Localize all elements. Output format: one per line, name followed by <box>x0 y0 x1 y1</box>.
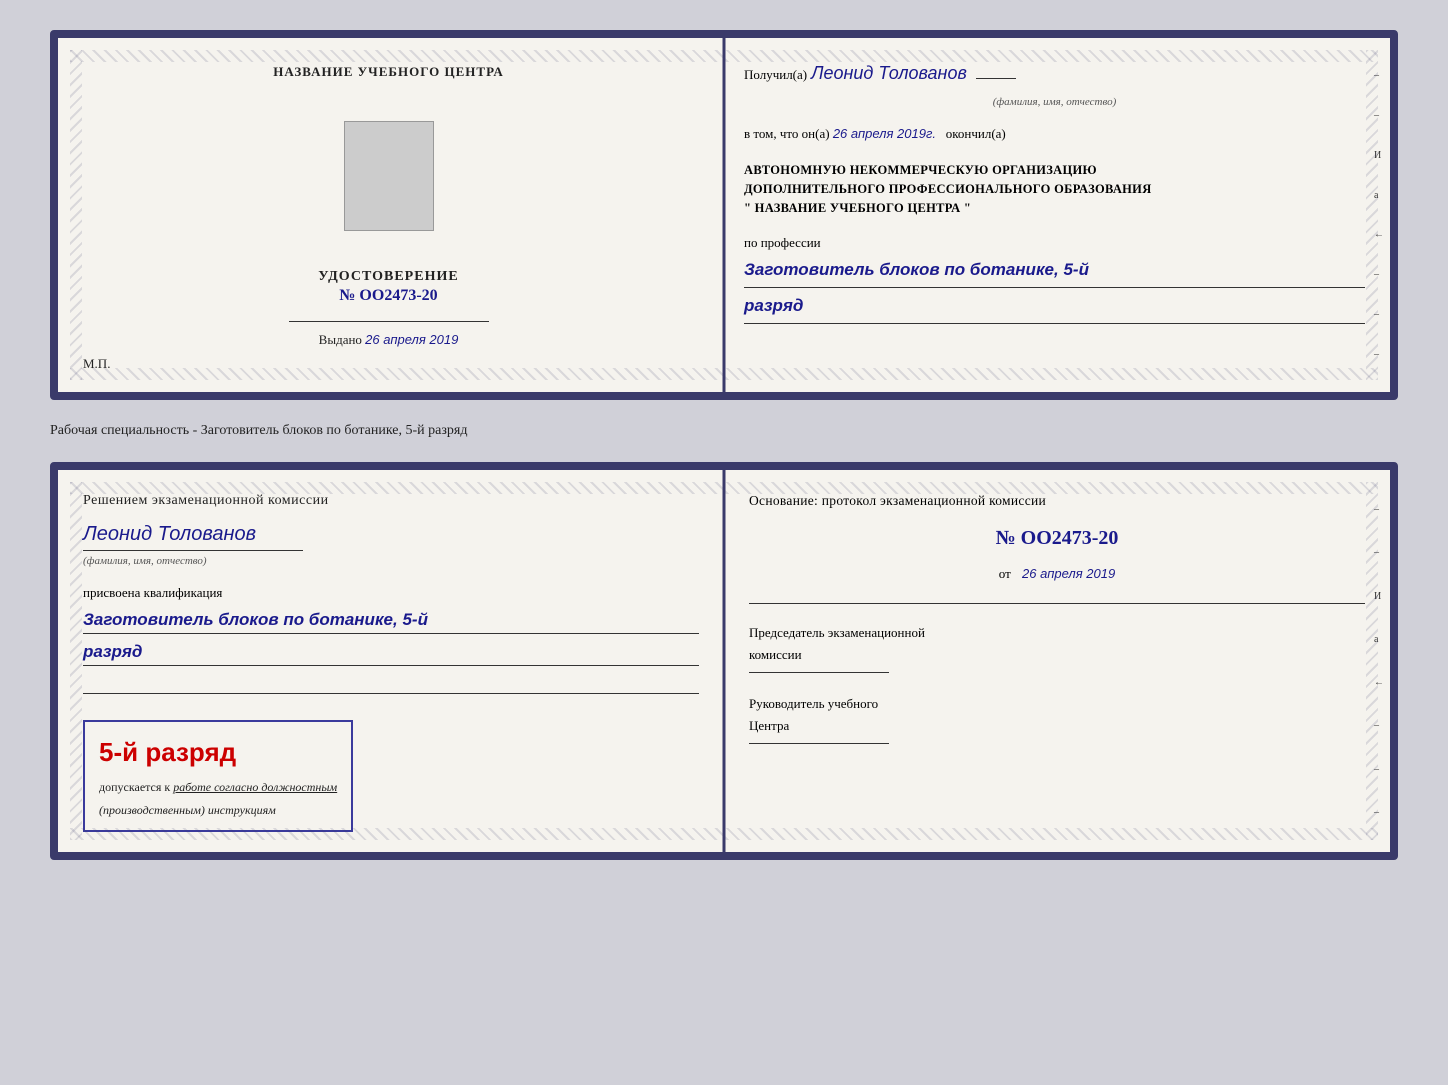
bottom-document-card: Решением экзаменационной комиссии Леонид… <box>50 462 1398 860</box>
rank-box-number: 5-й разряд <box>99 732 337 774</box>
rank-box: 5-й разряд допускается к работе согласно… <box>83 720 353 832</box>
completed-line: в том, что он(а) 26 апреля 2019г. окончи… <box>744 123 1365 145</box>
basis-label: Основание: протокол экзаменационной коми… <box>749 490 1365 513</box>
mp-label: М.П. <box>83 356 110 372</box>
profession-value: Заготовитель блоков по ботанике, 5-й <box>744 256 1365 288</box>
separator-label: Рабочая специальность - Заготовитель бло… <box>50 418 1398 444</box>
bottom-side-decorations: – – И а ← – – – <box>1374 490 1384 832</box>
fio-label: (фамилия, имя, отчество) <box>744 93 1365 112</box>
top-doc-left: НАЗВАНИЕ УЧЕБНОГО ЦЕНТРА УДОСТОВЕРЕНИЕ №… <box>58 38 719 392</box>
bottom-fio-label: (фамилия, имя, отчество) <box>83 553 699 571</box>
from-date: от 26 апреля 2019 <box>749 563 1365 585</box>
qualification-underline: Заготовитель блоков по ботанике, 5-й <box>83 606 699 634</box>
decision-prefix: Решением экзаменационной комиссии <box>83 490 699 512</box>
issued-line: Выдано 26 апреля 2019 <box>319 332 459 348</box>
chairman-signature <box>749 672 889 673</box>
director-label: Руководитель учебного Центра <box>749 693 1365 737</box>
cert-title-block: УДОСТОВЕРЕНИЕ № OO2473-20 <box>318 249 458 305</box>
training-center-label: НАЗВАНИЕ УЧЕБНОГО ЦЕНТРА <box>273 63 504 81</box>
extra-underline <box>83 676 699 694</box>
institution-block: АВТОНОМНУЮ НЕКОММЕРЧЕСКУЮ ОРГАНИЗАЦИЮ ДО… <box>744 161 1365 217</box>
bottom-person-name: Леонид Толованов <box>83 518 699 550</box>
protocol-number: № OO2473-20 <box>749 521 1365 555</box>
dash-line <box>976 78 1016 79</box>
page-wrapper: НАЗВАНИЕ УЧЕБНОГО ЦЕНТРА УДОСТОВЕРЕНИЕ №… <box>20 20 1428 870</box>
rank-box-allowed: допускается к работе согласно должностны… <box>99 778 337 797</box>
profession-label: по профессии <box>744 232 1365 254</box>
cert-label: УДОСТОВЕРЕНИЕ <box>318 269 458 285</box>
rank-underline: разряд <box>83 638 699 666</box>
bottom-name-underline <box>83 550 303 551</box>
bottom-doc-right: Основание: протокол экзаменационной коми… <box>724 470 1390 852</box>
photo-placeholder <box>344 121 434 231</box>
protocol-divider <box>749 603 1365 604</box>
cert-number: № OO2473-20 <box>318 287 458 305</box>
director-signature <box>749 743 889 744</box>
qualification-prefix: присвоена квалификация <box>83 583 699 604</box>
chairman-label: Председатель экзаменационной комиссии <box>749 622 1365 666</box>
top-document-card: НАЗВАНИЕ УЧЕБНОГО ЦЕНТРА УДОСТОВЕРЕНИЕ №… <box>50 30 1398 400</box>
instructions-text: (производственным) инструкциям <box>99 801 337 820</box>
signature-divider <box>289 321 489 322</box>
bottom-doc-left: Решением экзаменационной комиссии Леонид… <box>58 470 724 852</box>
rank-value: разряд <box>744 292 1365 324</box>
side-decorations: – – И а ← – – – <box>1374 58 1384 372</box>
received-line: Получил(а) Леонид Толованов <box>744 58 1365 89</box>
top-doc-right: Получил(а) Леонид Толованов (фамилия, им… <box>719 38 1390 392</box>
